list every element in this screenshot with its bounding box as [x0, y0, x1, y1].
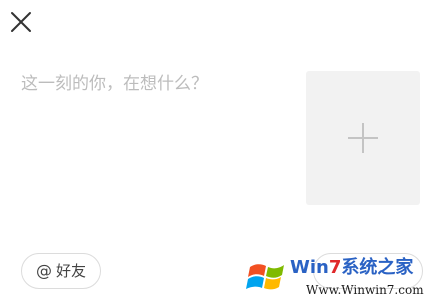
close-icon [11, 12, 31, 32]
at-icon: @ [35, 261, 52, 280]
close-button[interactable] [6, 7, 36, 37]
windows-logo-icon [246, 264, 284, 290]
compose-text-input[interactable] [21, 70, 291, 220]
mention-label: 好友 [55, 261, 86, 280]
plus-icon [348, 123, 378, 153]
compose-post-screen: @ 好友 Win7系统之家 Www.Winwin7.com [0, 0, 439, 306]
add-image-button[interactable] [306, 71, 420, 205]
mention-friends-button[interactable]: @ 好友 [21, 253, 101, 289]
option-pill-button[interactable] [313, 253, 423, 289]
